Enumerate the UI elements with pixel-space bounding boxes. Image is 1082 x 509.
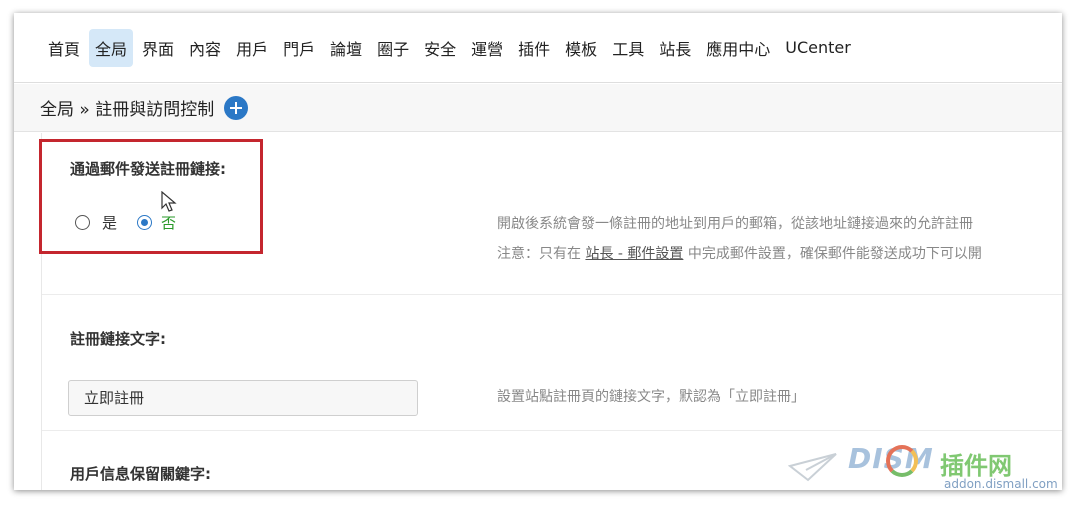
reserved-keywords-label: 用戶信息保留關鍵字: bbox=[70, 465, 211, 483]
watermark: DISM 插件网 addon.dismall.com bbox=[788, 440, 1068, 495]
nav-item-security[interactable]: 安全 bbox=[418, 29, 462, 67]
nav-item-global[interactable]: 全局 bbox=[89, 28, 134, 67]
watermark-brand-suffix: 插件网 bbox=[940, 452, 1012, 480]
annotation-highlight-box bbox=[39, 139, 263, 254]
nav-item-templates[interactable]: 模板 bbox=[559, 29, 603, 67]
watermark-logo-icon bbox=[886, 445, 918, 477]
nav-item-home[interactable]: 首頁 bbox=[42, 29, 86, 67]
divider bbox=[42, 430, 1062, 431]
nav-item-interface[interactable]: 界面 bbox=[136, 29, 180, 67]
email-register-description: 開啟後系統會發一條註冊的地址到用戶的郵箱，從該地址鏈接過來的允許註冊 bbox=[497, 216, 973, 232]
divider bbox=[42, 294, 1062, 295]
note-suffix: 中完成郵件設置，確保郵件能發送成功下可以開 bbox=[687, 246, 982, 262]
register-link-text-input[interactable]: 立即註冊 bbox=[68, 380, 418, 416]
breadcrumb-text: 全局 » 註冊與訪問控制 bbox=[40, 100, 215, 120]
add-shortcut-button[interactable] bbox=[224, 95, 249, 120]
nav-item-portal[interactable]: 門戶 bbox=[277, 29, 321, 67]
nav-item-webmaster[interactable]: 站長 bbox=[653, 29, 697, 67]
register-link-text-label: 註冊鏈接文字: bbox=[70, 330, 166, 348]
nav-item-forum[interactable]: 論壇 bbox=[324, 29, 368, 67]
mouse-cursor-icon bbox=[161, 191, 177, 212]
mail-settings-link[interactable]: 站長 - 郵件設置 bbox=[585, 246, 683, 262]
nav-item-tools[interactable]: 工具 bbox=[606, 29, 650, 67]
nav-item-operations[interactable]: 運營 bbox=[465, 29, 509, 67]
watermark-url: addon.dismall.com bbox=[944, 477, 1058, 491]
register-link-text-description: 設置站點註冊頁的鏈接文字，默認為「立即註冊」 bbox=[497, 389, 805, 405]
email-register-note: 注意：只有在 站長 - 郵件設置 中完成郵件設置，確保郵件能發送成功下可以開 bbox=[497, 243, 982, 263]
top-navigation: 首頁 全局 界面 內容 用戶 門戶 論壇 圈子 安全 運營 插件 模板 工具 站… bbox=[14, 13, 1062, 83]
breadcrumb: 全局 » 註冊與訪問控制 bbox=[14, 84, 1062, 132]
nav-item-groups[interactable]: 圈子 bbox=[371, 29, 415, 67]
nav-item-content[interactable]: 內容 bbox=[183, 29, 227, 67]
nav-item-app-center[interactable]: 應用中心 bbox=[700, 29, 776, 67]
nav-item-ucenter[interactable]: UCenter bbox=[779, 31, 857, 64]
nav-item-users[interactable]: 用戶 bbox=[230, 29, 274, 67]
nav-item-plugins[interactable]: 插件 bbox=[512, 29, 556, 67]
note-prefix: 注意：只有在 bbox=[497, 246, 581, 262]
paper-plane-icon bbox=[788, 453, 837, 482]
